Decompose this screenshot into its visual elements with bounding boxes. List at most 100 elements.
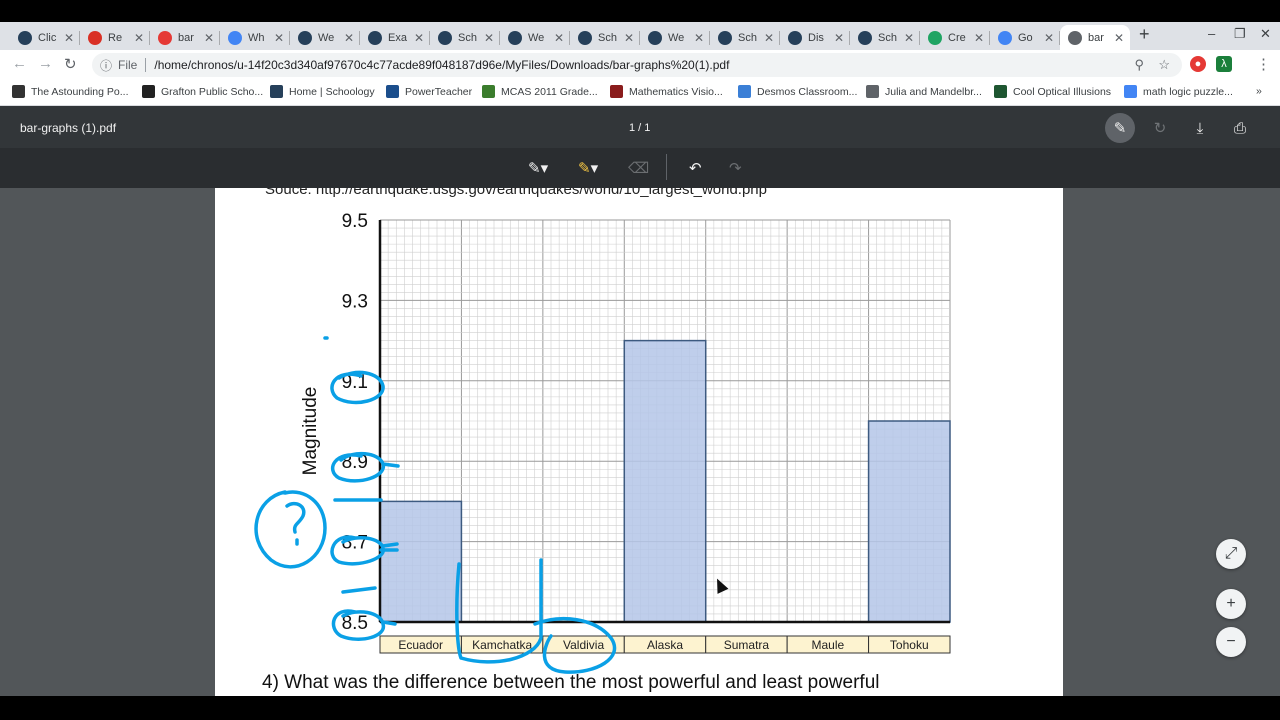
- address-bar[interactable]: ⓘ File /home/chronos/u-14f20c3d340af9767…: [92, 53, 1182, 77]
- bookmark-item[interactable]: PowerTeacher: [386, 85, 472, 98]
- powerteacher-icon: [386, 85, 399, 98]
- y-tick-label: 9.3: [342, 291, 368, 312]
- pdf-page: Souce: http://earthquake.usgs.gov/earthq…: [215, 188, 1063, 696]
- url-text[interactable]: /home/chronos/u-14f20c3d340af97670c4c77a…: [154, 58, 729, 72]
- browser-tab[interactable]: Exa ✕: [360, 25, 430, 50]
- minimize-button[interactable]: –: [1208, 26, 1215, 41]
- bookmark-item[interactable]: Mathematics Visio...: [610, 85, 723, 98]
- extension-lambda-icon[interactable]: λ: [1216, 56, 1232, 72]
- tab-strip: Clic ✕ Re ✕ bar ✕ Wh ✕ We ✕ Exa ✕ Sch ✕ We ✕ Sch ✕ We ✕ Sch ✕…: [0, 22, 1280, 50]
- x-tick-label: Tohoku: [890, 638, 929, 652]
- tab-close-icon[interactable]: ✕: [1114, 31, 1124, 45]
- pdf-canvas-area[interactable]: Souce: http://earthquake.usgs.gov/earthq…: [0, 188, 1280, 696]
- tab-close-icon[interactable]: ✕: [204, 31, 214, 45]
- browser-toolbar: ← → ↻ ⓘ File /home/chronos/u-14f20c3d340…: [0, 50, 1280, 80]
- tab-close-icon[interactable]: ✕: [414, 31, 424, 45]
- tab-close-icon[interactable]: ✕: [974, 31, 984, 45]
- menu-icon[interactable]: ⋮: [1256, 55, 1271, 73]
- tab-close-icon[interactable]: ✕: [694, 31, 704, 45]
- browser-tab[interactable]: Sch ✕: [850, 25, 920, 50]
- bookmark-item[interactable]: Grafton Public Scho...: [142, 85, 263, 98]
- globe-icon: [482, 85, 495, 98]
- browser-tab[interactable]: Dis ✕: [780, 25, 850, 50]
- browser-tab[interactable]: We ✕: [640, 25, 710, 50]
- redo-icon[interactable]: ↷: [729, 159, 742, 177]
- pen-tool-icon[interactable]: ✎▾: [528, 159, 548, 177]
- rotate-icon[interactable]: ↻: [1146, 115, 1174, 141]
- bar-ecuador: [379, 500, 463, 623]
- reload-icon[interactable]: ↻: [64, 55, 77, 73]
- bookmark-item[interactable]: Home | Schoology: [270, 85, 375, 98]
- bookmark-item[interactable]: Julia and Mandelbr...: [866, 85, 982, 98]
- more-bookmarks-button[interactable]: »: [1256, 85, 1262, 97]
- url-divider: [145, 58, 147, 72]
- tab-label: Go: [1018, 31, 1033, 44]
- browser-tab[interactable]: Sch ✕: [570, 25, 640, 50]
- browser-tab[interactable]: bar ✕: [150, 25, 220, 50]
- tab-label: Wh: [248, 31, 265, 44]
- schoology-icon: [368, 30, 382, 45]
- tab-close-icon[interactable]: ✕: [834, 31, 844, 45]
- schoology-icon: [270, 85, 283, 98]
- browser-tab[interactable]: Go ✕: [990, 25, 1060, 50]
- bar-alaska: [623, 339, 707, 623]
- new-tab-button[interactable]: +: [1139, 24, 1150, 45]
- browser-tab[interactable]: Cre ✕: [920, 25, 990, 50]
- forward-icon[interactable]: →: [38, 55, 53, 72]
- tab-close-icon[interactable]: ✕: [484, 31, 494, 45]
- restore-button[interactable]: ❐: [1234, 26, 1246, 42]
- docs-icon: [998, 30, 1012, 45]
- bookmarks-bar: » The Astounding Po... Grafton Public Sch…: [0, 80, 1280, 106]
- tab-close-icon[interactable]: ✕: [274, 31, 284, 45]
- handwritten-ink-stroke: [254, 490, 383, 569]
- schoology-icon: [648, 30, 662, 45]
- extension-icon[interactable]: ●: [1190, 56, 1206, 72]
- fit-page-button[interactable]: ⤢: [1216, 539, 1246, 569]
- bookmark-item[interactable]: Cool Optical Illusions: [994, 85, 1111, 98]
- toolbar-divider: [666, 154, 667, 180]
- tab-close-icon[interactable]: ✕: [64, 31, 74, 45]
- bookmark-item[interactable]: MCAS 2011 Grade...: [482, 85, 598, 98]
- print-icon[interactable]: ⎙: [1226, 115, 1254, 141]
- zoom-in-button[interactable]: +: [1216, 589, 1246, 619]
- browser-tab[interactable]: Sch ✕: [710, 25, 780, 50]
- browser-tab[interactable]: Clic ✕: [10, 25, 80, 50]
- bookmark-item[interactable]: math logic puzzle...: [1124, 85, 1233, 98]
- annotate-pen-icon[interactable]: ✎: [1105, 113, 1135, 143]
- tab-close-icon[interactable]: ✕: [1044, 31, 1054, 45]
- bookmark-label: Mathematics Visio...: [629, 85, 723, 98]
- bookmark-item[interactable]: The Astounding Po...: [12, 85, 128, 98]
- x-tick-label: Valdivia: [563, 638, 604, 652]
- globe-icon: [1068, 30, 1082, 45]
- x-tick-label: Kamchatka: [472, 638, 532, 652]
- pdf-filename: bar-graphs (1).pdf: [20, 121, 117, 135]
- tab-close-icon[interactable]: ✕: [554, 31, 564, 45]
- highlighter-tool-icon[interactable]: ✎▾: [578, 159, 598, 177]
- browser-tab[interactable]: bar ✕: [1060, 25, 1130, 50]
- bookmark-label: PowerTeacher: [405, 85, 473, 98]
- tab-close-icon[interactable]: ✕: [134, 31, 144, 45]
- back-icon[interactable]: ←: [12, 55, 27, 72]
- bookmark-label: Grafton Public Scho...: [161, 85, 264, 98]
- tab-close-icon[interactable]: ✕: [904, 31, 914, 45]
- info-icon[interactable]: ⓘ: [100, 57, 112, 74]
- close-window-button[interactable]: ✕: [1260, 26, 1271, 42]
- tab-close-icon[interactable]: ✕: [344, 31, 354, 45]
- browser-tab[interactable]: Wh ✕: [220, 25, 290, 50]
- browser-tab[interactable]: Sch ✕: [430, 25, 500, 50]
- download-icon[interactable]: ⤓: [1186, 115, 1214, 141]
- tab-close-icon[interactable]: ✕: [764, 31, 774, 45]
- browser-tab[interactable]: We ✕: [500, 25, 570, 50]
- bookmark-label: Home | Schoology: [289, 85, 375, 98]
- zoom-icon[interactable]: ⚲: [1134, 57, 1144, 73]
- eraser-tool-icon[interactable]: ⌫: [628, 159, 649, 177]
- bookmark-item[interactable]: Desmos Classroom...: [738, 85, 857, 98]
- undo-icon[interactable]: ↶: [689, 159, 702, 177]
- bookmark-star-icon[interactable]: ☆: [1158, 57, 1170, 73]
- browser-tab[interactable]: Re ✕: [80, 25, 150, 50]
- tab-label: We: [528, 31, 545, 44]
- schoology-icon: [788, 30, 802, 45]
- zoom-out-button[interactable]: −: [1216, 627, 1246, 657]
- browser-tab[interactable]: We ✕: [290, 25, 360, 50]
- tab-close-icon[interactable]: ✕: [624, 31, 634, 45]
